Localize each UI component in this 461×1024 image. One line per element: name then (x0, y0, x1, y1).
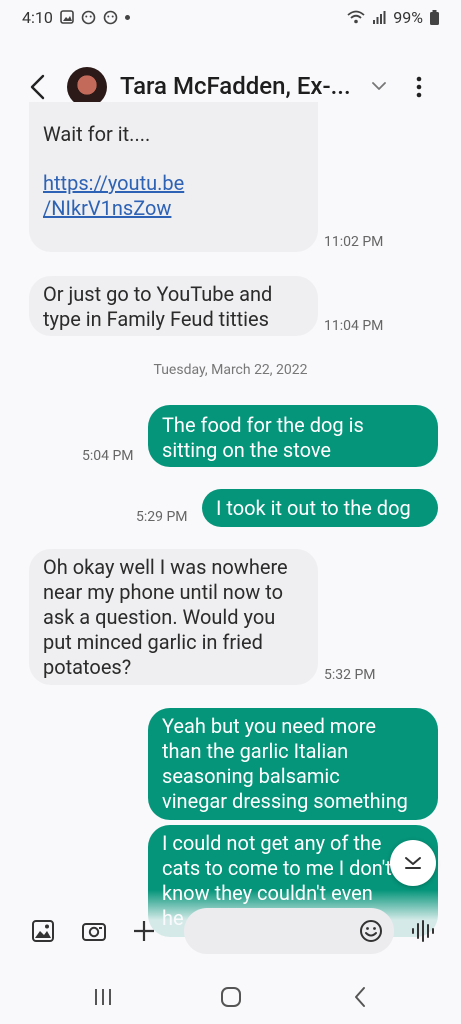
battery-percent: 99% (393, 7, 423, 27)
message-link[interactable]: https://youtu.be (43, 171, 304, 196)
status-right: 99% (347, 8, 439, 27)
outgoing-message[interactable]: Yeah but you need more than the garlic I… (148, 708, 438, 820)
message-text: Oh okay well I was nowhere (43, 555, 288, 579)
voice-wave-icon[interactable] (410, 918, 436, 944)
signal-icon (373, 11, 386, 24)
message-time: 11:04 PM (324, 318, 384, 334)
message-text: Wait for it.... (43, 122, 151, 146)
message-text: type in Family Feud titties (43, 307, 269, 331)
chevron-down-icon[interactable] (370, 77, 388, 95)
message-text: I could not get any of the (162, 831, 382, 855)
message-text: I took it out to the dog (216, 496, 411, 520)
notification-icon-2 (103, 10, 118, 24)
message-time: 5:04 PM (82, 448, 134, 464)
plus-icon[interactable] (131, 918, 157, 944)
status-left: 4:10 (22, 8, 130, 27)
more-options-icon[interactable] (410, 74, 428, 100)
gallery-icon[interactable] (30, 918, 56, 944)
message-text: Or just go to YouTube and (43, 282, 273, 306)
notification-icon-1 (81, 10, 96, 24)
message-text: ask a question. Would you (43, 605, 276, 629)
more-notifications-dot (124, 14, 130, 20)
scroll-down-icon (405, 857, 421, 869)
message-text: Yeah but you need more (162, 714, 376, 738)
message-text: The food for the dog is (162, 413, 364, 437)
home-icon[interactable] (218, 984, 244, 1010)
battery-icon (430, 9, 439, 25)
camera-icon[interactable] (81, 918, 107, 944)
status-bar: 4:10 99% (0, 0, 461, 34)
message-text: than the garlic Italian (162, 739, 349, 763)
incoming-message[interactable]: Wait for it.... https://youtu.be /NIkrV1… (29, 102, 318, 252)
message-text: near my phone until now to (43, 580, 283, 604)
incoming-message[interactable]: Oh okay well I was nowhere near my phone… (29, 549, 318, 685)
message-time: 5:32 PM (324, 667, 376, 683)
compose-bar (0, 904, 461, 960)
message-text: vinegar dressing something (162, 789, 408, 813)
gallery-notification-icon (60, 10, 74, 24)
message-text: sitting on the stove (162, 438, 332, 462)
scroll-down-button[interactable] (390, 840, 436, 886)
contact-avatar[interactable] (67, 67, 107, 107)
message-time: 11:02 PM (324, 234, 384, 250)
message-text: potatoes? (43, 655, 132, 679)
nav-back-icon[interactable] (348, 984, 374, 1010)
recent-apps-icon[interactable] (90, 984, 116, 1010)
emoji-icon[interactable] (358, 918, 384, 944)
message-text: put minced garlic in fried (43, 630, 263, 654)
message-link[interactable]: /NIkrV1nsZow (43, 196, 304, 221)
message-text: seasoning balsamic (162, 764, 340, 788)
message-text: cats to come to me I don't (162, 856, 392, 880)
incoming-message[interactable]: Or just go to YouTube and type in Family… (29, 276, 318, 336)
date-separator: Tuesday, March 22, 2022 (153, 362, 308, 378)
wifi-icon (347, 10, 365, 24)
system-nav-bar (0, 970, 461, 1024)
status-time: 4:10 (22, 7, 53, 27)
back-arrow-icon[interactable] (26, 70, 50, 104)
message-time: 5:29 PM (136, 509, 188, 525)
contact-name[interactable]: Tara McFadden, Ex-... (120, 72, 351, 100)
outgoing-message[interactable]: I took it out to the dog (202, 489, 438, 527)
outgoing-message[interactable]: The food for the dog is sitting on the s… (148, 405, 438, 467)
